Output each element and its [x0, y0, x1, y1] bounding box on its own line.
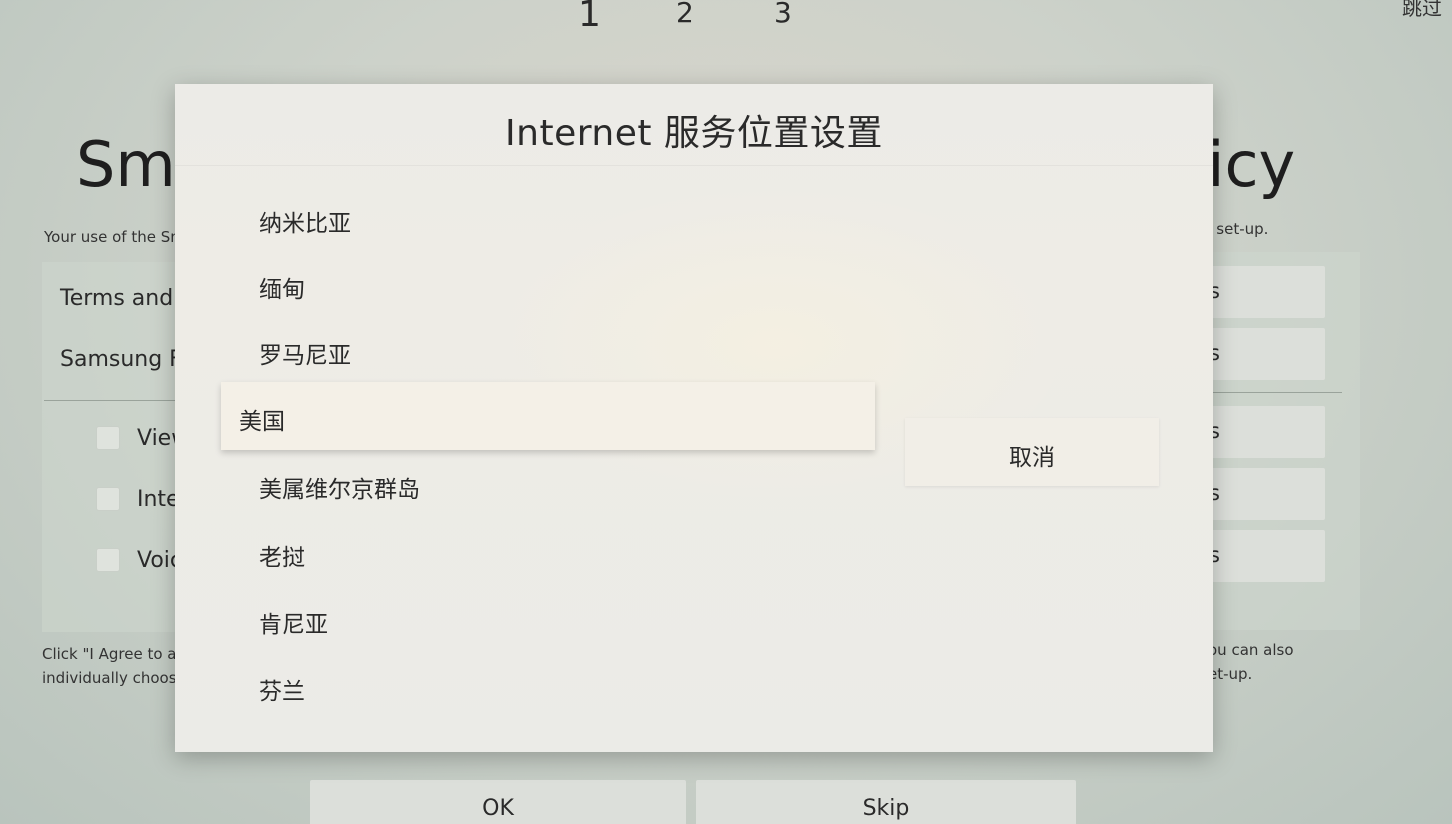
country-label: 芬兰 [259, 679, 305, 705]
cancel-button[interactable]: 取消 [905, 418, 1159, 486]
details-button[interactable]: s [1205, 468, 1325, 520]
divider [1200, 392, 1342, 393]
details-button[interactable]: s [1205, 530, 1325, 582]
country-item[interactable]: 肯尼亚 [221, 585, 875, 653]
ok-button-label: OK [482, 796, 514, 821]
country-item[interactable]: 芬兰 [221, 652, 875, 720]
details-button[interactable]: s [1205, 406, 1325, 458]
details-button[interactable]: s [1205, 328, 1325, 380]
country-item-selected[interactable]: 美国 [221, 382, 875, 450]
cancel-button-label: 取消 [1009, 445, 1055, 471]
step-indicator: 1 2 3 [0, 0, 1452, 40]
internet-checkbox[interactable] [96, 487, 120, 511]
country-label: 罗马尼亚 [259, 343, 351, 369]
samsung-privacy-row[interactable]: Samsung F [60, 347, 182, 372]
step-2: 2 [676, 0, 694, 29]
country-item[interactable]: 纳米比亚 [221, 184, 875, 252]
page-subtitle-left: Your use of the Sn [44, 228, 180, 246]
country-label: 老挝 [259, 545, 305, 571]
footer-line: individually choos [42, 669, 177, 687]
dialog-header: Internet 服务位置设置 [175, 84, 1213, 166]
skip-button[interactable]: Skip [696, 780, 1076, 824]
country-item[interactable]: 缅甸 [221, 250, 875, 318]
ok-button[interactable]: OK [310, 780, 686, 824]
country-label: 肯尼亚 [259, 612, 328, 638]
voice-checkbox[interactable] [96, 548, 120, 572]
skip-button-label: Skip [862, 796, 910, 821]
footer-line: Click "I Agree to al [42, 645, 181, 663]
step-1: 1 [578, 0, 601, 35]
details-button[interactable]: s [1205, 266, 1325, 318]
location-dialog: Internet 服务位置设置 纳米比亚 缅甸 罗马尼亚 美国 美属维尔京群岛 … [175, 84, 1213, 752]
top-skip-link[interactable]: 跳过 [1402, 0, 1442, 21]
country-label: 缅甸 [259, 277, 305, 303]
terms-row[interactable]: Terms and [60, 286, 173, 311]
country-label: 纳米比亚 [259, 211, 351, 237]
footer-note-left: Click "I Agree to al individually choos [42, 642, 182, 690]
view-checkbox[interactable] [96, 426, 120, 450]
footer-line: ou can also [1208, 641, 1294, 659]
country-item[interactable]: 罗马尼亚 [221, 316, 875, 384]
step-3: 3 [774, 0, 792, 29]
checkbox-label: Inte [137, 487, 180, 512]
footer-line: et-up. [1208, 665, 1253, 683]
footer-note-right: ou can also et-up. [1208, 638, 1294, 686]
country-label: 美国 [239, 409, 285, 435]
divider [44, 400, 194, 401]
dialog-title: Internet 服务位置设置 [505, 113, 883, 154]
country-label: 美属维尔京群岛 [259, 477, 420, 503]
country-item[interactable]: 美属维尔京群岛 [221, 450, 875, 518]
country-item[interactable]: 老挝 [221, 518, 875, 586]
